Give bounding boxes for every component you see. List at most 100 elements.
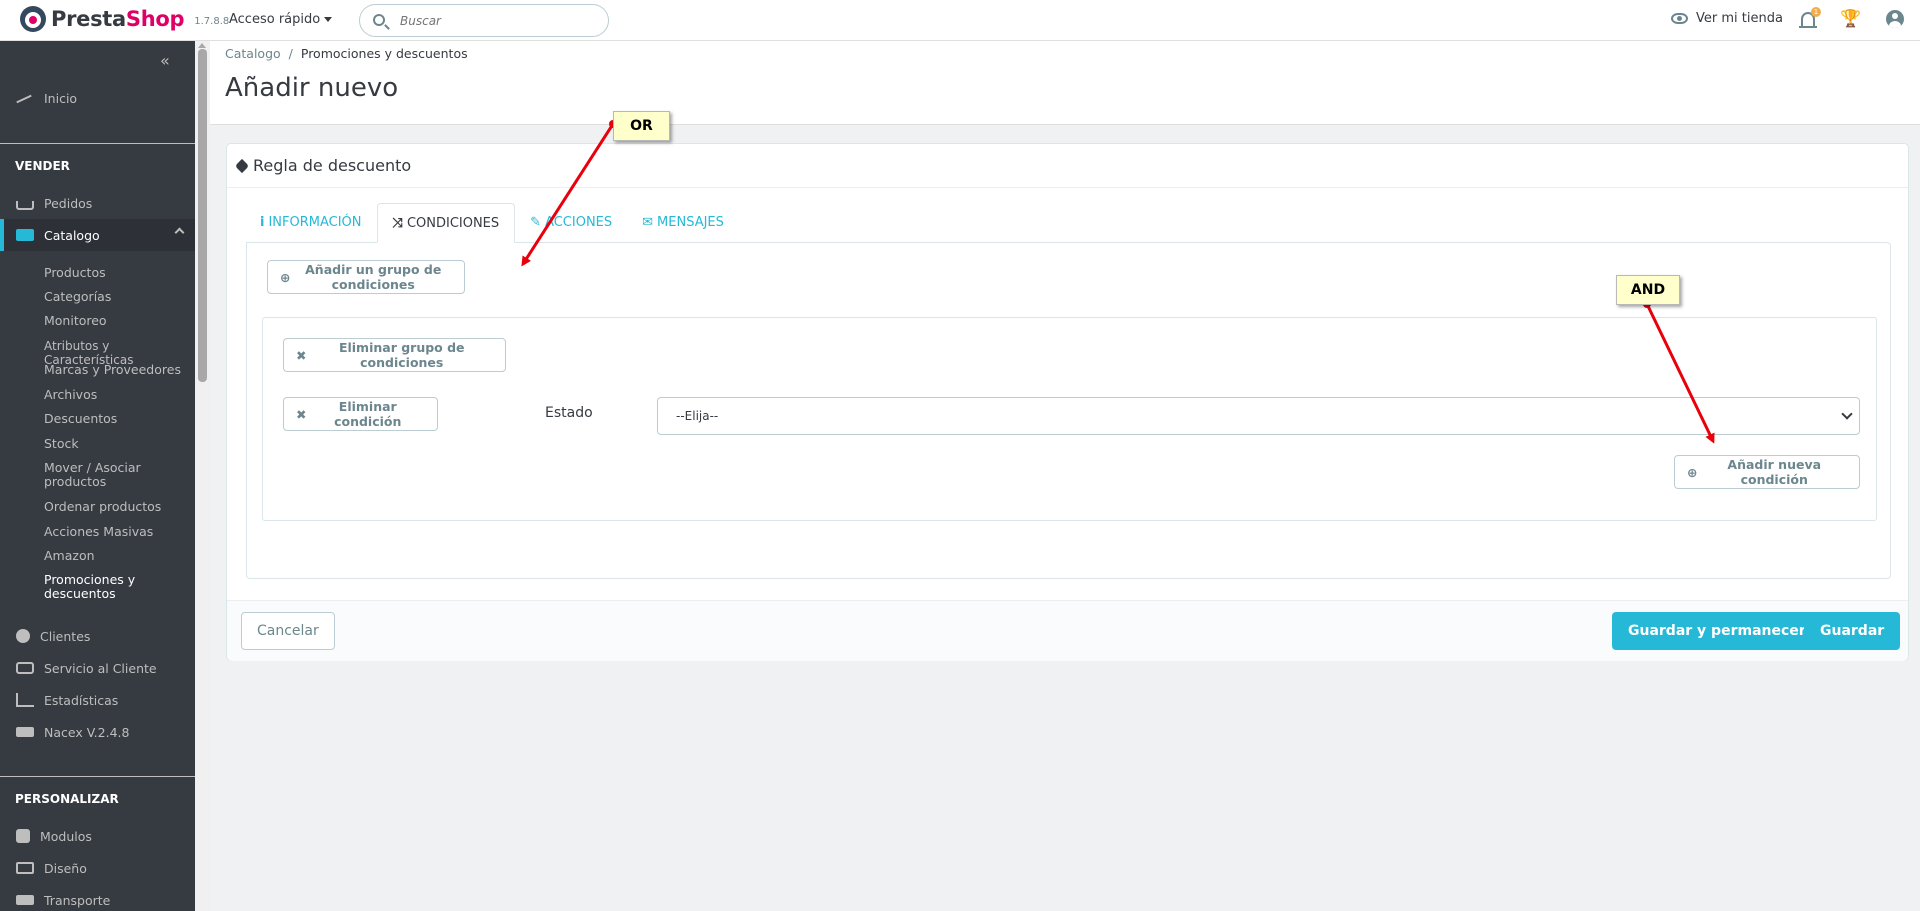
eye-icon <box>1671 13 1688 24</box>
sidebar-subitem-monitoreo[interactable]: Monitoreo <box>44 314 194 328</box>
scrollbar-thumb[interactable] <box>198 49 207 382</box>
save-and-stay-button[interactable]: Guardar y permanecer <box>1612 612 1822 650</box>
search-icon[interactable] <box>373 14 385 26</box>
sidebar-item-modulos[interactable]: Modulos <box>0 821 195 851</box>
sidebar-subitem-acciones-masivas[interactable]: Acciones Masivas <box>44 525 194 539</box>
puzzle-icon <box>16 829 30 843</box>
remove-condition-group-button[interactable]: ✖ Eliminar grupo de condiciones <box>283 338 506 372</box>
sidebar-item-inicio[interactable]: Inicio <box>0 83 195 113</box>
breadcrumb-parent[interactable]: Catalogo <box>225 46 281 61</box>
panel-heading-label: Regla de descuento <box>253 156 412 175</box>
chevron-up-icon <box>174 227 185 238</box>
condition-group: ✖ Eliminar grupo de condiciones ✖ Eliminar… <box>262 317 1877 521</box>
remove-condition-label: Eliminar condición <box>334 399 402 429</box>
truck-icon <box>16 727 34 737</box>
panel-footer: Cancelar Guardar y permanecer Guardar <box>227 600 1908 661</box>
sidebar-subitem-productos[interactable]: Productos <box>44 266 194 280</box>
close-icon: ✖ <box>296 406 307 422</box>
breadcrumb-current: Promociones y descuentos <box>300 46 468 61</box>
sidebar-subitem-mover-asociar[interactable]: Mover / Asociar productos <box>44 461 154 489</box>
tag-icon <box>234 158 250 173</box>
store-icon <box>16 229 34 241</box>
sidebar-scrollbar[interactable] <box>195 41 210 911</box>
sidebar-item-clientes[interactable]: Clientes <box>0 621 195 651</box>
and-annotation: AND <box>1616 275 1680 305</box>
estado-select[interactable]: --Elija-- <box>657 397 1860 435</box>
page-title: Añadir nuevo <box>225 73 399 103</box>
sidebar-subitem-stock[interactable]: Stock <box>44 437 194 451</box>
tab-mensajes[interactable]: ✉ MENSAJES <box>627 202 739 242</box>
remove-condition-button[interactable]: ✖ Eliminar condición <box>283 397 438 431</box>
top-header: PrestaShop 1.7.8.8 Acceso rápido Ver mi … <box>0 0 1920 41</box>
bar-chart-icon <box>16 693 34 707</box>
sidebar-item-label: Catalogo <box>44 227 100 243</box>
caret-down-icon <box>324 17 333 22</box>
info-icon: i <box>260 214 265 230</box>
estado-select-value: --Elija-- <box>676 409 719 423</box>
cancel-button[interactable]: Cancelar <box>241 612 335 650</box>
chevron-down-icon <box>1841 408 1853 420</box>
sidebar-item-nacex[interactable]: Nacex V.2.4.8 <box>0 717 195 747</box>
sidebar-section-customize: PERSONALIZAR <box>15 792 119 806</box>
prestashop-logo[interactable]: PrestaShop 1.7.8.8 <box>20 6 229 32</box>
trend-icon <box>16 91 34 105</box>
sidebar-item-label: Modulos <box>40 828 92 844</box>
tab-label: MENSAJES <box>657 214 724 230</box>
sidebar-item-label: Pedidos <box>44 195 93 211</box>
quick-access-label: Acceso rápido <box>229 12 321 27</box>
sidebar-item-label: Transporte <box>44 892 111 908</box>
tab-label: ACCIONES <box>545 214 613 230</box>
tab-bar: i INFORMACIÓN ⤨ CONDICIONES ✎ ACCIONES ✉… <box>245 202 739 243</box>
person-icon <box>16 629 30 643</box>
trophy-icon[interactable]: 🏆 <box>1840 11 1861 28</box>
sidebar-subitem-promociones[interactable]: Promociones y descuentos <box>44 573 154 601</box>
view-store-link[interactable]: Ver mi tienda <box>1671 11 1783 26</box>
search-input[interactable] <box>400 11 600 31</box>
sidebar-divider <box>0 776 195 777</box>
logo-text-prefix: Presta <box>51 7 126 31</box>
tab-condiciones[interactable]: ⤨ CONDICIONES <box>376 203 516 243</box>
notification-badge: 1 <box>1811 7 1821 17</box>
truck-icon <box>16 895 34 905</box>
plus-circle-icon: ⊕ <box>1687 464 1698 480</box>
sidebar-subitem-marcas[interactable]: Marcas y Proveedores <box>44 363 194 377</box>
or-annotation: OR <box>613 111 670 141</box>
sidebar-subitem-ordenar[interactable]: Ordenar productos <box>44 500 194 514</box>
sidebar-item-servicio[interactable]: Servicio al Cliente <box>0 653 195 683</box>
scroll-up-icon[interactable] <box>198 43 206 48</box>
estado-label: Estado <box>545 405 593 421</box>
sidebar-item-estadisticas[interactable]: Estadísticas <box>0 685 195 715</box>
user-account-icon[interactable] <box>1886 10 1904 28</box>
close-icon: ✖ <box>296 347 307 363</box>
sidebar-section-sell: VENDER <box>15 159 70 173</box>
shuffle-icon: ⤨ <box>392 215 403 231</box>
sidebar-item-label: Servicio al Cliente <box>44 660 157 676</box>
sidebar-subitem-amazon[interactable]: Amazon <box>44 549 194 563</box>
panel-heading: Regla de descuento <box>227 144 1908 188</box>
tab-acciones[interactable]: ✎ ACCIONES <box>515 202 627 242</box>
sidebar-subitem-descuentos[interactable]: Descuentos <box>44 412 194 426</box>
sidebar-item-catalogo[interactable]: Catalogo <box>0 219 195 251</box>
prestashop-logo-icon <box>20 6 46 32</box>
collapse-sidebar-icon[interactable]: « <box>160 51 170 70</box>
tab-informacion[interactable]: i INFORMACIÓN <box>245 202 377 242</box>
monitor-icon <box>16 862 34 874</box>
sidebar-subitem-categorias[interactable]: Categorías <box>44 290 194 304</box>
discount-rule-panel: Regla de descuento i INFORMACIÓN ⤨ CONDI… <box>226 143 1909 661</box>
sidebar-item-diseno[interactable]: Diseño <box>0 853 195 883</box>
sidebar-item-transporte[interactable]: Transporte <box>0 885 195 911</box>
quick-access-dropdown[interactable]: Acceso rápido <box>229 12 333 27</box>
tab-label: INFORMACIÓN <box>268 214 362 230</box>
sidebar-item-pedidos[interactable]: Pedidos <box>0 188 195 218</box>
sidebar-item-label: Diseño <box>44 860 87 876</box>
tab-label: CONDICIONES <box>406 215 500 231</box>
breadcrumb: Catalogo / Promociones y descuentos <box>225 46 468 61</box>
add-new-condition-button[interactable]: ⊕ Añadir nueva condición <box>1674 455 1860 489</box>
version-label: 1.7.8.8 <box>194 15 230 27</box>
save-button[interactable]: Guardar <box>1804 612 1901 650</box>
sidebar-subitem-archivos[interactable]: Archivos <box>44 388 194 402</box>
add-condition-group-button[interactable]: ⊕ Añadir un grupo de condiciones <box>267 260 465 294</box>
page-header: Catalogo / Promociones y descuentos Añadir… <box>210 41 1920 125</box>
search-box <box>359 4 609 37</box>
remove-condition-group-label: Eliminar grupo de condiciones <box>338 340 465 370</box>
